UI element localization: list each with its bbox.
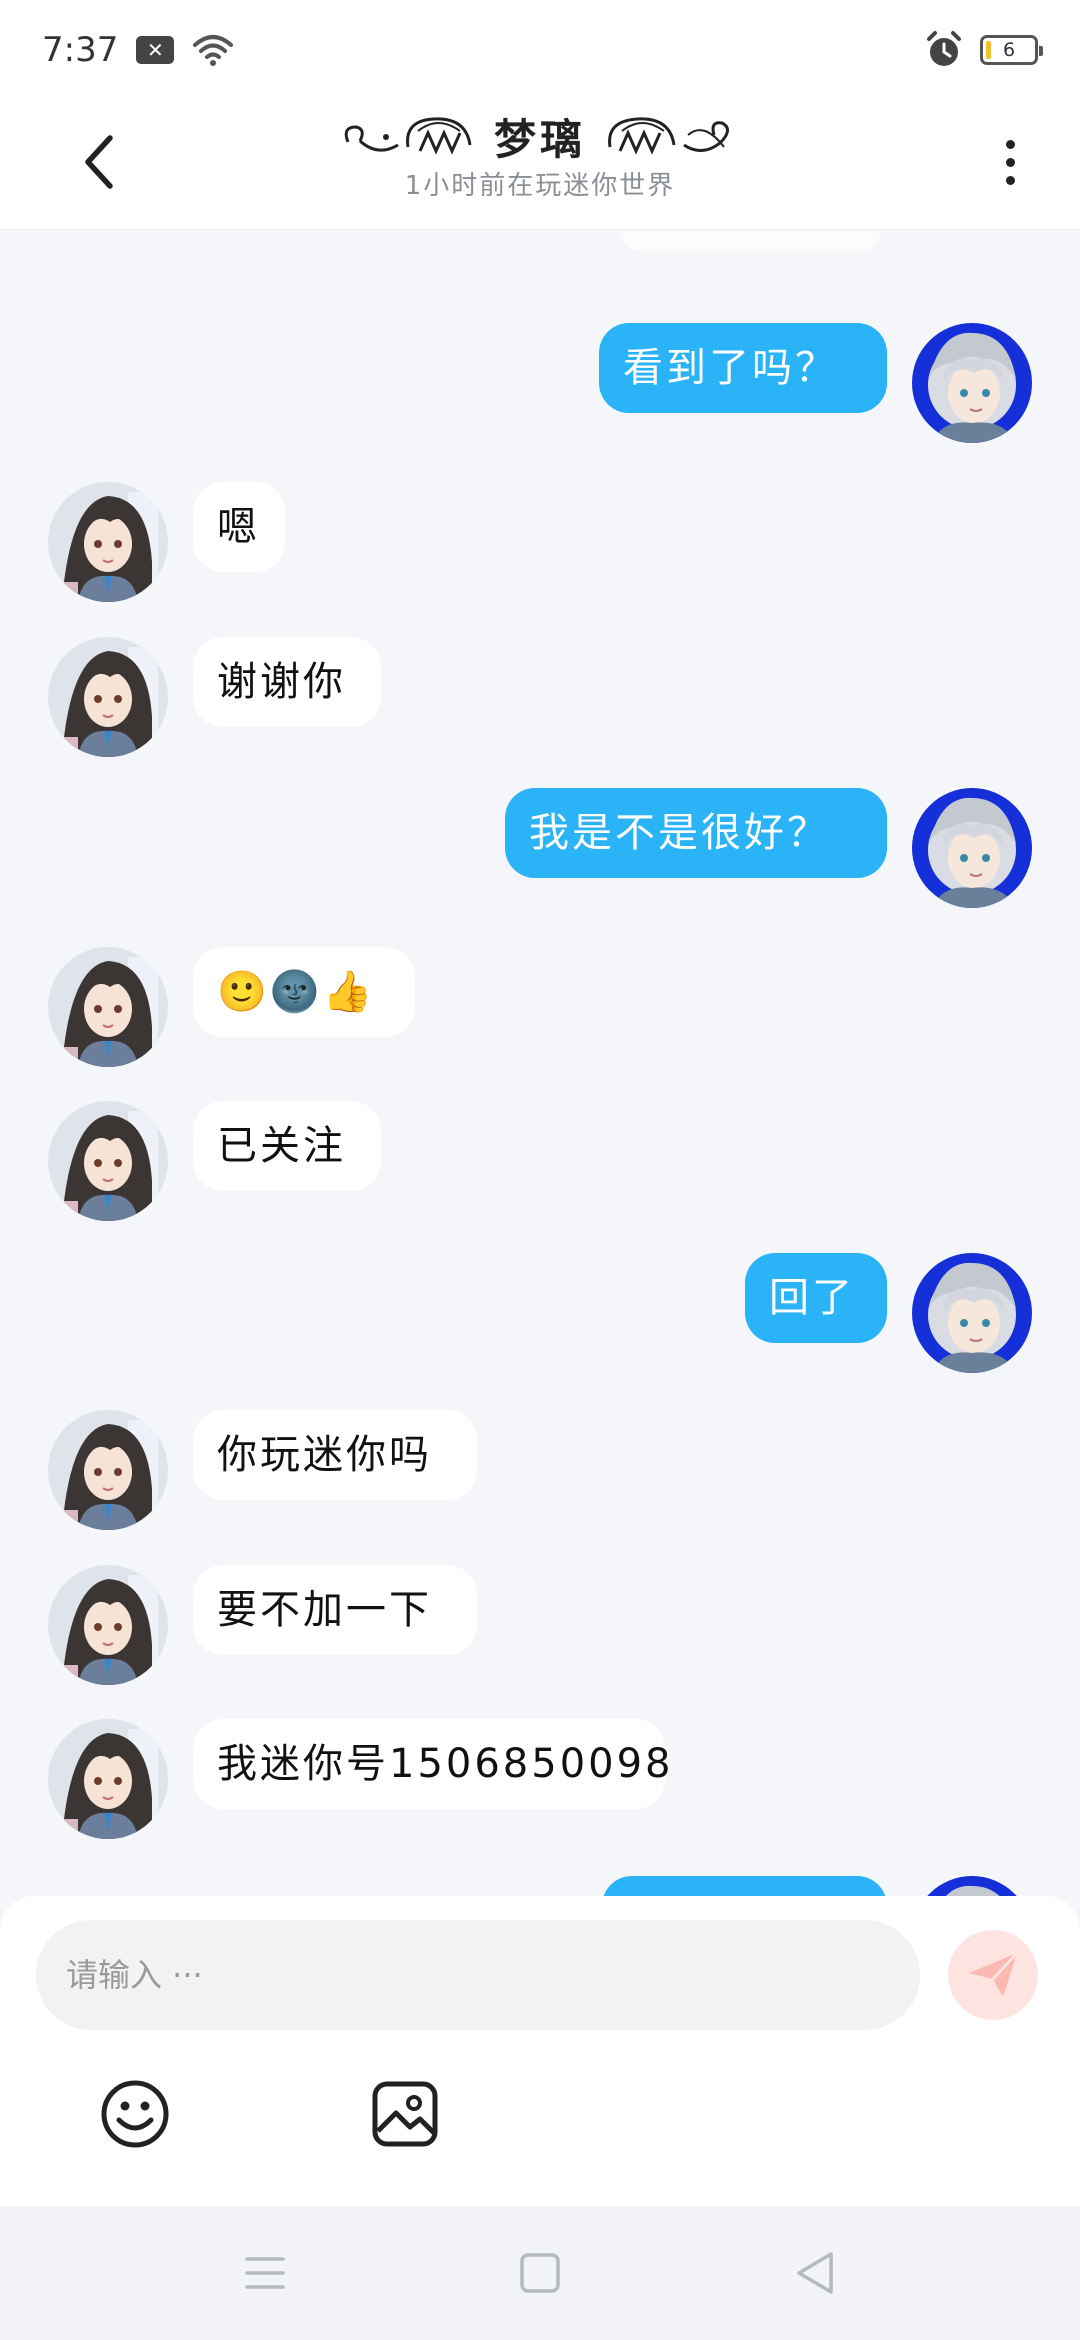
paper-plane-icon [969, 1951, 1019, 1997]
my-avatar[interactable] [912, 323, 1032, 443]
message-bubble[interactable]: 谢谢你 [193, 637, 381, 727]
outgoing-message: 看到了吗？ [0, 323, 1080, 443]
incoming-message: 已关注 [0, 1101, 1080, 1221]
my-avatar[interactable] [912, 1876, 1032, 1896]
smiley-icon [101, 2080, 169, 2148]
contact-avatar[interactable] [48, 1410, 168, 1530]
notification-close-icon: ✕ [136, 36, 175, 64]
my-avatar[interactable] [912, 1253, 1032, 1373]
message-bubble[interactable]: 回了 [745, 1253, 887, 1343]
message-bubble[interactable]: 嗯 [193, 482, 285, 572]
more-vertical-icon [1005, 139, 1015, 149]
battery-level: 6 [1002, 39, 1016, 61]
status-time: 7:37 [42, 30, 119, 70]
incoming-message: 要不加一下 [0, 1565, 1080, 1685]
status-right: 6 [924, 30, 1043, 70]
outgoing-message [0, 1876, 1080, 1896]
message-input[interactable]: 请输入 ··· [36, 1920, 920, 2030]
wifi-icon [193, 35, 234, 66]
outgoing-message: 我是不是很好？ [0, 788, 1080, 908]
menu-icon [245, 2257, 285, 2289]
system-nav-bar [0, 2206, 1080, 2340]
contact-status: 1小时前在玩迷你世界 [404, 170, 676, 201]
contact-avatar[interactable] [48, 947, 168, 1067]
title-decoration-right-icon [608, 116, 729, 155]
incoming-message: 你玩迷你吗 [0, 1410, 1080, 1530]
back-triangle-icon [797, 2252, 833, 2294]
message-bubble[interactable] [602, 1876, 887, 1896]
alarm-icon [927, 31, 961, 66]
status-left: 7:37 ✕ [42, 30, 234, 70]
incoming-message: 嗯 [0, 482, 1080, 602]
incoming-message: 谢谢你 [0, 637, 1080, 757]
title-block: 梦璃 1小时前在玩迷你世界 [0, 106, 1080, 202]
chat-screen: 7:37 ✕ 6 梦璃 1小时前在玩迷你世界 看到了吗？ 嗯 谢谢你 我是不是很… [0, 0, 1080, 2340]
nav-back-button[interactable] [785, 2243, 845, 2303]
contact-avatar[interactable] [48, 482, 168, 602]
message-list[interactable]: 看到了吗？ 嗯谢谢你我是不是很好？ 🙂🌚👍 已关注回了你玩迷你吗要不加一下我迷你号15… [0, 231, 1080, 1896]
input-panel: 请输入 ··· [0, 1896, 1080, 2206]
status-bar: 7:37 ✕ 6 [0, 0, 1080, 100]
message-bubble[interactable]: 我是不是很好？ [505, 788, 887, 878]
title-row: 梦璃 [338, 106, 742, 167]
more-options-button[interactable] [980, 122, 1040, 202]
nav-home-button[interactable] [510, 2243, 570, 2303]
message-bubble[interactable]: 你玩迷你吗 [193, 1410, 477, 1500]
contact-avatar[interactable] [48, 1719, 168, 1839]
contact-avatar[interactable] [48, 637, 168, 757]
message-bubble[interactable]: 🙂🌚👍 [193, 947, 415, 1037]
send-button[interactable] [948, 1930, 1038, 2020]
battery-icon: 6 [980, 35, 1043, 65]
image-button[interactable] [365, 2074, 445, 2154]
message-bubble[interactable]: 已关注 [193, 1101, 381, 1191]
title-decoration-left-icon [344, 116, 472, 155]
contact-avatar[interactable] [48, 1101, 168, 1221]
outgoing-message: 回了 [0, 1253, 1080, 1373]
chat-header: 梦璃 1小时前在玩迷你世界 [0, 100, 1080, 230]
message-bubble[interactable]: 我迷你号1506850098 [193, 1719, 671, 1809]
message-bubble[interactable]: 看到了吗？ [599, 323, 887, 413]
contact-name: 梦璃 [493, 115, 586, 164]
image-icon [372, 2081, 438, 2147]
incoming-message: 我迷你号1506850098 [0, 1719, 1080, 1839]
incoming-message: 🙂🌚👍 [0, 947, 1080, 1067]
message-bubble[interactable]: 要不加一下 [193, 1565, 477, 1655]
home-square-icon [520, 2253, 560, 2293]
my-avatar[interactable] [912, 788, 1032, 908]
partial-message-bubble [620, 231, 880, 251]
contact-avatar[interactable] [48, 1565, 168, 1685]
nav-menu-button[interactable] [235, 2243, 295, 2303]
emoji-button[interactable] [95, 2074, 175, 2154]
